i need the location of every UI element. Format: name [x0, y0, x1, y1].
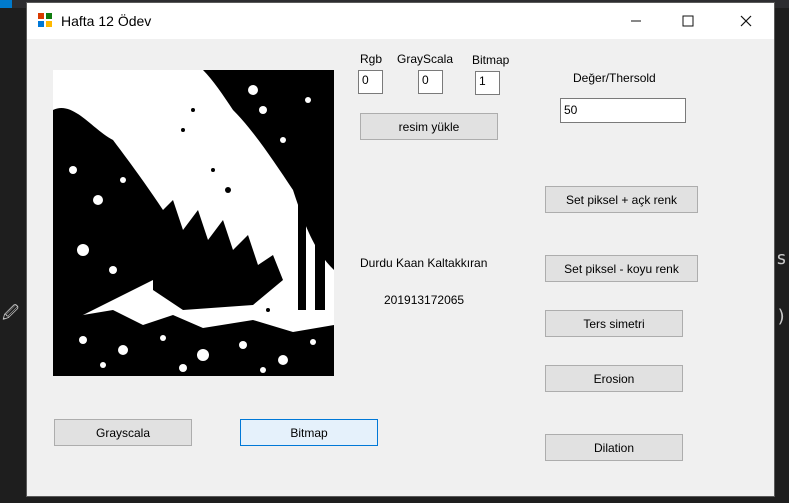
set-pixel-light-button[interactable]: Set piksel + açk renk: [545, 186, 698, 213]
bitmap-field[interactable]: 1: [475, 71, 500, 95]
ide-code-fragment: s: [776, 248, 787, 269]
bitmap-button[interactable]: Bitmap: [240, 419, 378, 446]
title-bar: Hafta 12 Ödev: [27, 3, 774, 39]
dilation-button[interactable]: Dilation: [545, 434, 683, 461]
threshold-field[interactable]: 50: [560, 98, 686, 123]
rgb-field[interactable]: 0: [358, 70, 383, 94]
bitmap-label: Bitmap: [472, 53, 510, 67]
binary-forest-image: [53, 70, 334, 376]
ide-pin-icon: 🖉: [2, 305, 20, 322]
grayscale-field[interactable]: 0: [418, 70, 443, 94]
picture-box: [53, 70, 334, 376]
maximize-button[interactable]: [665, 3, 711, 39]
grayscale-button[interactable]: Grayscala: [54, 419, 192, 446]
erosion-button[interactable]: Erosion: [545, 365, 683, 392]
load-image-button[interactable]: resim yükle: [360, 113, 498, 140]
maximize-icon: [682, 15, 694, 27]
minimize-button[interactable]: [613, 3, 659, 39]
close-icon: [740, 15, 752, 27]
app-window: Hafta 12 Ödev Rgb GrayScala Bitmap Değer…: [26, 2, 775, 497]
grayscale-label: GrayScala: [397, 52, 454, 66]
app-icon: [38, 13, 52, 27]
window-title: Hafta 12 Ödev: [61, 13, 152, 29]
author-name: Durdu Kaan Kaltakkıran: [360, 256, 488, 270]
close-button[interactable]: [723, 3, 769, 39]
set-pixel-dark-button[interactable]: Set piksel - koyu renk: [545, 255, 698, 282]
minimize-icon: [631, 20, 641, 22]
ide-code-fragment: ): [776, 306, 787, 327]
ide-active-tab-marker: [0, 0, 12, 8]
threshold-label: Değer/Thersold: [573, 71, 656, 85]
mirror-button[interactable]: Ters simetri: [545, 310, 683, 337]
rgb-label: Rgb: [360, 52, 383, 66]
student-id: 201913172065: [384, 293, 465, 307]
